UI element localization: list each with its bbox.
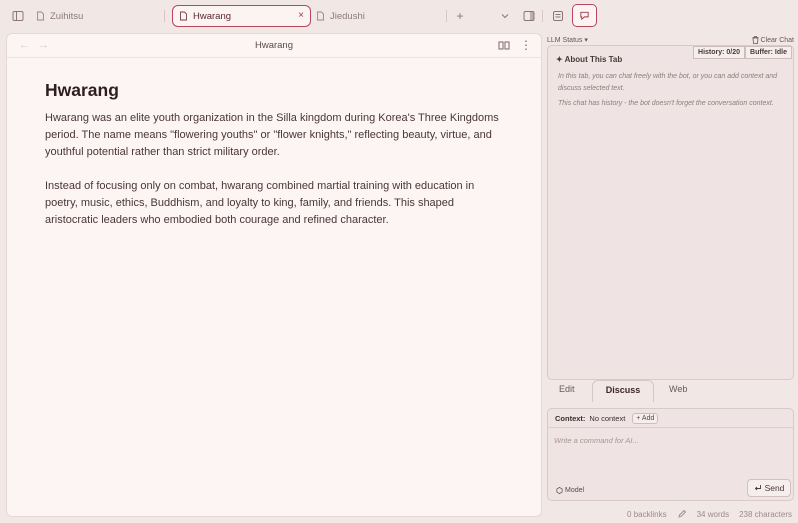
context-label: Context: — [555, 413, 586, 423]
about-tab-title: ✦ About This Tab — [556, 55, 623, 64]
close-icon[interactable]: × — [298, 11, 304, 21]
tab-zuihitsu[interactable]: Zuihitsu — [36, 5, 156, 27]
send-icon — [754, 484, 762, 492]
clear-chat-button[interactable]: Clear Chat — [752, 36, 794, 44]
llm-status-dropdown[interactable]: LLM Status ▾ — [547, 36, 588, 44]
trash-icon — [752, 36, 759, 44]
backlinks-count[interactable]: 0 backlinks — [627, 510, 667, 519]
history-badge: History: 0/20 — [693, 46, 746, 59]
new-tab-button[interactable]: + — [452, 8, 468, 24]
tab-web[interactable]: Web — [669, 384, 687, 394]
paragraph: Instead of focusing only on combat, hwar… — [45, 180, 475, 226]
model-icon — [556, 487, 563, 494]
clear-chat-label: Clear Chat — [760, 36, 794, 44]
send-button[interactable]: Send — [747, 479, 791, 497]
tab-edit[interactable]: Edit — [559, 384, 575, 394]
tab-label: Jiedushi — [330, 10, 365, 22]
about-line: In this tab, you can chat freely with th… — [558, 73, 778, 92]
context-value: No context — [589, 413, 626, 423]
paragraph: Hwarang was an elite youth organization … — [45, 112, 499, 158]
model-label: Model — [565, 487, 585, 494]
document-icon — [179, 11, 188, 21]
context-row: Context: No context + Add — [548, 409, 793, 428]
document-icon — [316, 11, 325, 21]
tab-divider — [542, 10, 543, 22]
chat-bot-icon — [579, 10, 590, 21]
word-count: 34 words — [696, 509, 730, 519]
add-context-button[interactable]: + Add — [632, 412, 659, 424]
chat-status-chips: History: 0/20 Buffer: Idle — [693, 46, 792, 59]
about-line: This chat has history - the bot doesn't … — [558, 100, 774, 107]
document-title: Hwarang — [45, 80, 119, 100]
editor-header: ← → Hwarang ⋮ — [7, 34, 541, 58]
sidebar-toggle-icon[interactable] — [10, 8, 26, 24]
chat-mode-tabs: Edit Discuss Web — [547, 380, 794, 402]
tab-label: Zuihitsu — [50, 10, 84, 22]
reading-view-icon[interactable] — [550, 8, 566, 24]
editor-title: Hwarang — [254, 40, 294, 51]
command-input[interactable] — [554, 433, 786, 447]
tab-jiedushi[interactable]: Jiedushi — [316, 5, 436, 27]
editor-pane: ← → Hwarang ⋮ Hwarang Hwarang was an eli… — [6, 33, 542, 517]
model-selector[interactable]: Model — [556, 487, 584, 494]
character-count: 238 characters — [739, 509, 792, 519]
pencil-icon[interactable] — [677, 509, 687, 519]
tab-divider — [164, 10, 165, 22]
reader-mode-icon[interactable] — [498, 40, 510, 51]
buffer-badge: Buffer: Idle — [745, 46, 792, 59]
send-label: Send — [764, 483, 785, 493]
tab-hwarang[interactable]: Hwarang × — [172, 5, 311, 27]
chat-panel-toggle-button[interactable] — [572, 4, 597, 27]
chevron-down-icon[interactable] — [497, 8, 513, 24]
tab-bar: Zuihitsu Hwarang × Jiedushi + — [0, 0, 798, 32]
chat-sidebar: LLM Status ▾ Clear Chat History: 0/20 Bu… — [547, 33, 794, 518]
llm-status-label: LLM Status — [547, 37, 583, 44]
tab-discuss[interactable]: Discuss — [592, 380, 654, 402]
about-tab-text: In this tab, you can chat freely with th… — [558, 71, 786, 113]
tab-divider — [446, 10, 447, 22]
more-options-icon[interactable]: ⋮ — [520, 38, 532, 52]
chat-input-box: Context: No context + Add Model Send — [547, 408, 794, 501]
chat-history-panel: History: 0/20 Buffer: Idle ✦ About This … — [547, 45, 794, 380]
tab-label: Hwarang — [193, 10, 232, 22]
caret-down-icon: ▾ — [584, 37, 588, 44]
document-icon — [36, 11, 45, 21]
document-body[interactable]: Hwarang Hwarang was an elite youth organ… — [45, 80, 501, 246]
split-view-icon[interactable] — [521, 8, 537, 24]
status-bar: 0 backlinks 34 words 238 characters — [627, 509, 792, 519]
